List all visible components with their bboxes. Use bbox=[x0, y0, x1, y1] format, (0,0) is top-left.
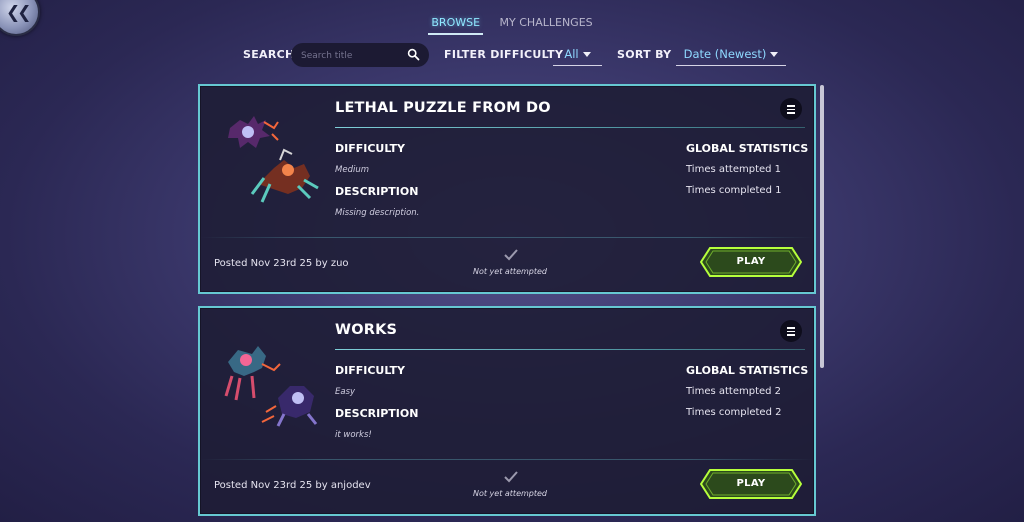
play-button-label: PLAY bbox=[736, 478, 766, 489]
title-divider bbox=[335, 349, 805, 350]
challenge-title: WORKS bbox=[335, 322, 398, 338]
challenge-card: LETHAL PUZZLE FROM DO DIFFICULTY Medium … bbox=[198, 84, 816, 294]
tab-my-challenges[interactable]: MY CHALLENGES bbox=[497, 15, 596, 33]
difficulty-heading: DIFFICULTY bbox=[335, 364, 406, 377]
times-attempted: Times attempted 2 bbox=[686, 386, 782, 397]
footer-divider bbox=[200, 459, 814, 460]
tab-browse[interactable]: BROWSE bbox=[428, 15, 484, 35]
attempt-status: Not yet attempted bbox=[473, 267, 547, 276]
description-text: Missing description. bbox=[335, 208, 420, 218]
title-divider bbox=[335, 127, 805, 128]
card-menu-button[interactable] bbox=[780, 320, 802, 342]
description-heading: DESCRIPTION bbox=[335, 407, 419, 420]
difficulty-filter-label: FILTER DIFFICULTY bbox=[444, 48, 564, 61]
search-label: SEARCH bbox=[243, 48, 295, 61]
posted-info: Posted Nov 23rd 25 by anjodev bbox=[214, 480, 371, 491]
footer-divider bbox=[200, 237, 814, 238]
difficulty-dropdown-value: All bbox=[564, 47, 579, 61]
sort-dropdown[interactable]: Date (Newest) bbox=[676, 43, 786, 66]
challenge-title: LETHAL PUZZLE FROM DO bbox=[335, 100, 551, 116]
difficulty-value: Medium bbox=[335, 165, 369, 175]
search-icon[interactable] bbox=[407, 48, 420, 61]
posted-info: Posted Nov 23rd 25 by zuo bbox=[214, 258, 349, 269]
checkmark-icon bbox=[504, 249, 518, 261]
sort-dropdown-value: Date (Newest) bbox=[683, 47, 767, 61]
global-stats-heading: GLOBAL STATISTICS bbox=[686, 142, 809, 155]
card-menu-button[interactable] bbox=[780, 98, 802, 120]
description-text: it works! bbox=[335, 430, 372, 440]
challenge-thumbnail bbox=[224, 346, 318, 427]
times-attempted: Times attempted 1 bbox=[686, 164, 782, 175]
play-button[interactable]: PLAY bbox=[700, 469, 802, 499]
tab-bar: BROWSE MY CHALLENGES bbox=[0, 15, 1024, 35]
attempt-status: Not yet attempted bbox=[473, 489, 547, 498]
difficulty-heading: DIFFICULTY bbox=[335, 142, 406, 155]
challenge-card: WORKS DIFFICULTY Easy DESCRIPTION it wor… bbox=[198, 306, 816, 516]
search-input[interactable]: Search title bbox=[291, 43, 429, 67]
checkmark-icon bbox=[504, 471, 518, 483]
play-button[interactable]: PLAY bbox=[700, 247, 802, 277]
difficulty-value: Easy bbox=[335, 387, 356, 397]
caret-down-icon bbox=[770, 52, 779, 57]
filter-bar: SEARCH Search title FILTER DIFFICULTY Al… bbox=[0, 43, 1024, 67]
challenge-thumbnail bbox=[228, 116, 319, 203]
difficulty-dropdown[interactable]: All bbox=[553, 43, 602, 66]
global-stats-heading: GLOBAL STATISTICS bbox=[686, 364, 809, 377]
list-scrollbar[interactable] bbox=[820, 85, 824, 368]
times-completed: Times completed 1 bbox=[686, 185, 782, 196]
challenge-list[interactable]: LETHAL PUZZLE FROM DO DIFFICULTY Medium … bbox=[196, 83, 820, 522]
sort-label: SORT BY bbox=[617, 48, 672, 61]
description-heading: DESCRIPTION bbox=[335, 185, 419, 198]
play-button-label: PLAY bbox=[736, 256, 766, 267]
search-placeholder: Search title bbox=[301, 51, 353, 61]
times-completed: Times completed 2 bbox=[686, 407, 782, 418]
caret-down-icon bbox=[582, 52, 591, 57]
